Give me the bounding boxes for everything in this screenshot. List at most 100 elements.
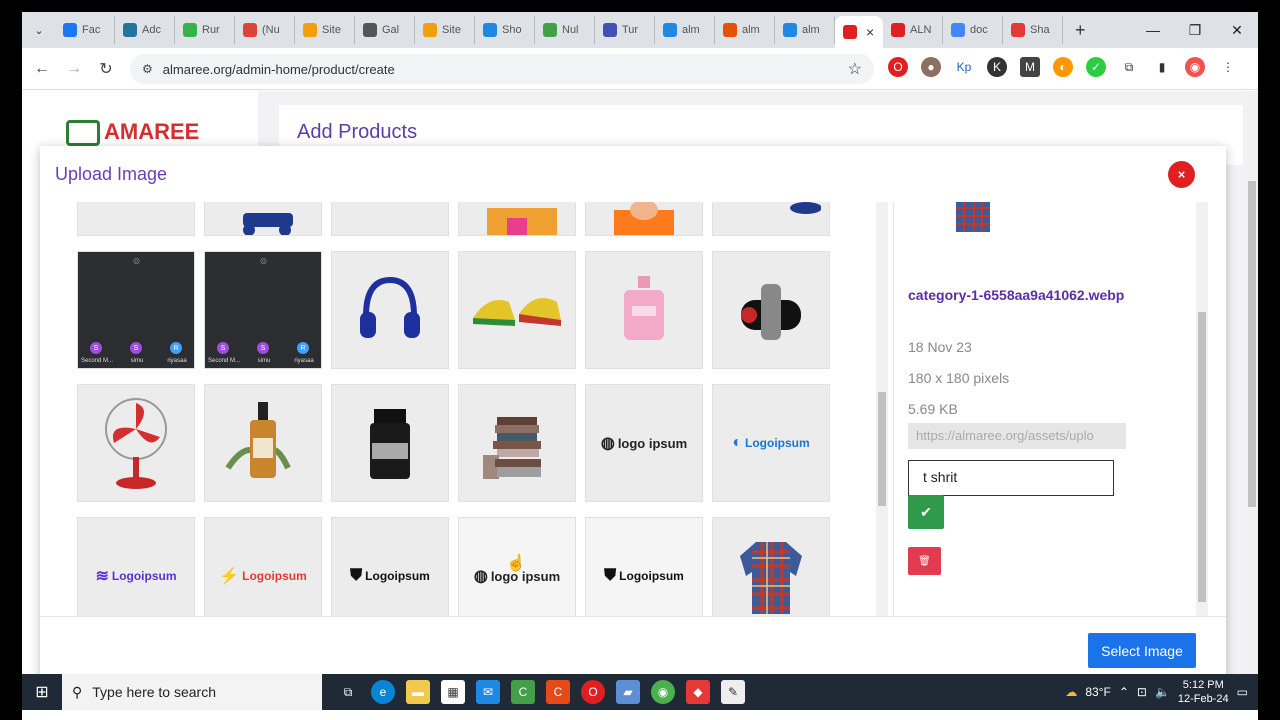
dark-extension-icon[interactable]: K [987,57,1007,77]
flannel-shirt-icon[interactable] [712,517,830,616]
tab-label: alm [802,24,820,36]
video-call-screenshot-icon[interactable]: ◎ S Second M... Ssimu Rriyasaa [204,251,322,369]
details-scrollbar[interactable] [1196,202,1208,616]
truck-icon[interactable] [204,202,322,236]
perfume-bottle-icon[interactable] [585,251,703,369]
sneakers-icon[interactable] [458,251,576,369]
colorful-extension-icon[interactable]: ◐ [1053,57,1073,77]
weather-icon[interactable]: ☁ [1065,685,1077,699]
blank-icon[interactable] [331,202,449,236]
network-icon[interactable]: ⊡ [1137,685,1147,699]
clock[interactable]: 5:12 PM 12-Feb-24 [1178,678,1229,706]
tab-bar: ⌄ Fac Adc Rur (Nu Site Gal Site Sho Nul Tur alm alm… [22,12,1258,48]
logo-ipsum-icon[interactable]: ◍ logo ipsum [585,384,703,502]
close-tab-icon[interactable]: × [866,24,874,40]
logoipsum-blue-icon[interactable]: ◐ Logoipsum [712,384,830,502]
alt-text-input[interactable]: t shrit [908,460,1114,496]
logoipsum-purple-icon[interactable]: ≋ Logoipsum [77,517,195,616]
address-bar[interactable]: ⚙ almaree.org/admin-home/product/create … [130,54,874,84]
app-red-icon[interactable]: C [546,680,570,704]
mail-icon[interactable]: ✉ [476,680,500,704]
anydesk-icon[interactable]: ◆ [686,680,710,704]
person-orange-icon[interactable] [585,202,703,236]
speaker-icon[interactable] [712,251,830,369]
tab-label: Site [442,24,461,36]
supplement-jar-icon[interactable] [331,384,449,502]
file-url-field[interactable]: https://almaree.org/assets/uplo [908,423,1126,449]
forward-icon[interactable]: → [58,60,90,78]
serum-bottle-icon[interactable] [204,384,322,502]
shopping-bags-icon[interactable] [458,202,576,236]
browser-tab[interactable]: ALN [883,16,943,44]
store-icon[interactable]: ▦ [441,680,465,704]
chrome-icon[interactable]: ◉ [651,680,675,704]
browser-tab[interactable]: Fac [55,16,115,44]
task-view-icon[interactable]: ⧉ [336,680,360,704]
close-window-icon[interactable]: ✕ [1216,22,1258,39]
minimize-icon[interactable]: — [1132,22,1174,38]
browser-tab[interactable]: alm [655,16,715,44]
notifications-icon[interactable]: ▭ [1237,685,1248,699]
active-tab[interactable]: × [835,16,883,48]
camtasia-icon[interactable]: C [511,680,535,704]
clock-date: 12-Feb-24 [1177,693,1229,705]
profile-avatar[interactable]: ◉ [1185,57,1205,77]
save-alt-button[interactable]: ✔ [908,495,944,529]
reload-icon[interactable]: ↻ [90,59,122,79]
tab-favicon-icon [63,23,77,37]
browser-tab[interactable]: Rur [175,16,235,44]
avatar-extension-icon[interactable]: ● [921,57,941,77]
browser-tab[interactable]: (Nu [235,16,295,44]
browser-tab[interactable]: Site [415,16,475,44]
close-modal-button[interactable]: × [1168,161,1195,188]
partial-item-icon[interactable] [77,202,195,236]
window-controls: — ❐ ✕ [1132,12,1258,48]
browser-tab[interactable]: alm [775,16,835,44]
fan-icon[interactable] [77,384,195,502]
kp-extension-icon[interactable]: Kp [954,57,974,77]
side-panel-icon[interactable]: ▮ [1152,57,1172,77]
site-logo[interactable]: AMAREE [66,119,199,147]
windows-start-icon[interactable]: ⊞ [22,682,62,702]
browser-tab[interactable]: Sho [475,16,535,44]
bookmark-star-icon[interactable]: ☆ [848,59,862,79]
browser-tab[interactable]: doc [943,16,1003,44]
volume-icon[interactable]: 🔈 [1155,685,1170,699]
browser-tab[interactable]: Site [295,16,355,44]
taskbar-search[interactable]: ⚲ Type here to search [62,674,322,710]
back-icon[interactable]: ← [26,60,58,78]
opera-icon[interactable]: O [581,680,605,704]
browser-tab[interactable]: Tur [595,16,655,44]
puzzle-extension-icon[interactable]: ⧉ [1119,57,1139,77]
restore-icon[interactable]: ❐ [1174,22,1216,39]
browser-tab[interactable]: Sha [1003,16,1063,44]
logoipsum-shield-icon[interactable]: ⛊ Logoipsum [331,517,449,616]
mail-extension-icon[interactable]: M [1020,57,1040,77]
delete-image-button[interactable]: 🗑 [908,547,941,575]
notepad-icon[interactable]: ✎ [721,680,745,704]
check-extension-icon[interactable]: ✓ [1086,57,1106,77]
partial-blue-icon[interactable] [712,202,830,236]
select-image-button[interactable]: Select Image [1088,633,1196,668]
headphones-icon[interactable] [331,251,449,369]
page-scrollbar[interactable] [1246,91,1258,679]
browser-tab[interactable]: Gal [355,16,415,44]
logoipsum-red-icon[interactable]: ⚡ Logoipsum [204,517,322,616]
browser-tab[interactable]: Adc [115,16,175,44]
video-call-screenshot-icon[interactable]: ◎ S Second M... Ssimu Rriyasaa [77,251,195,369]
menu-dots-icon[interactable]: ⋮ [1218,57,1238,77]
grid-scrollbar[interactable] [876,202,888,616]
edge-icon[interactable]: e [371,680,395,704]
chevron-up-icon[interactable]: ⌃ [1119,685,1129,699]
tab-favicon-icon [663,23,677,37]
books-stack-icon[interactable] [458,384,576,502]
site-info-icon[interactable]: ⚙ [142,62,153,76]
logoipsum-shield-icon[interactable]: ⛊ Logoipsum [585,517,703,616]
new-tab-button[interactable]: + [1075,20,1086,41]
browser-tab[interactable]: Nul [535,16,595,44]
tab-search-button[interactable]: ⌄ [29,20,49,40]
browser-tab[interactable]: alm [715,16,775,44]
app-blue-icon[interactable]: ▰ [616,680,640,704]
file-explorer-icon[interactable]: ▬ [406,680,430,704]
opera-extension-icon[interactable]: O [888,57,908,77]
